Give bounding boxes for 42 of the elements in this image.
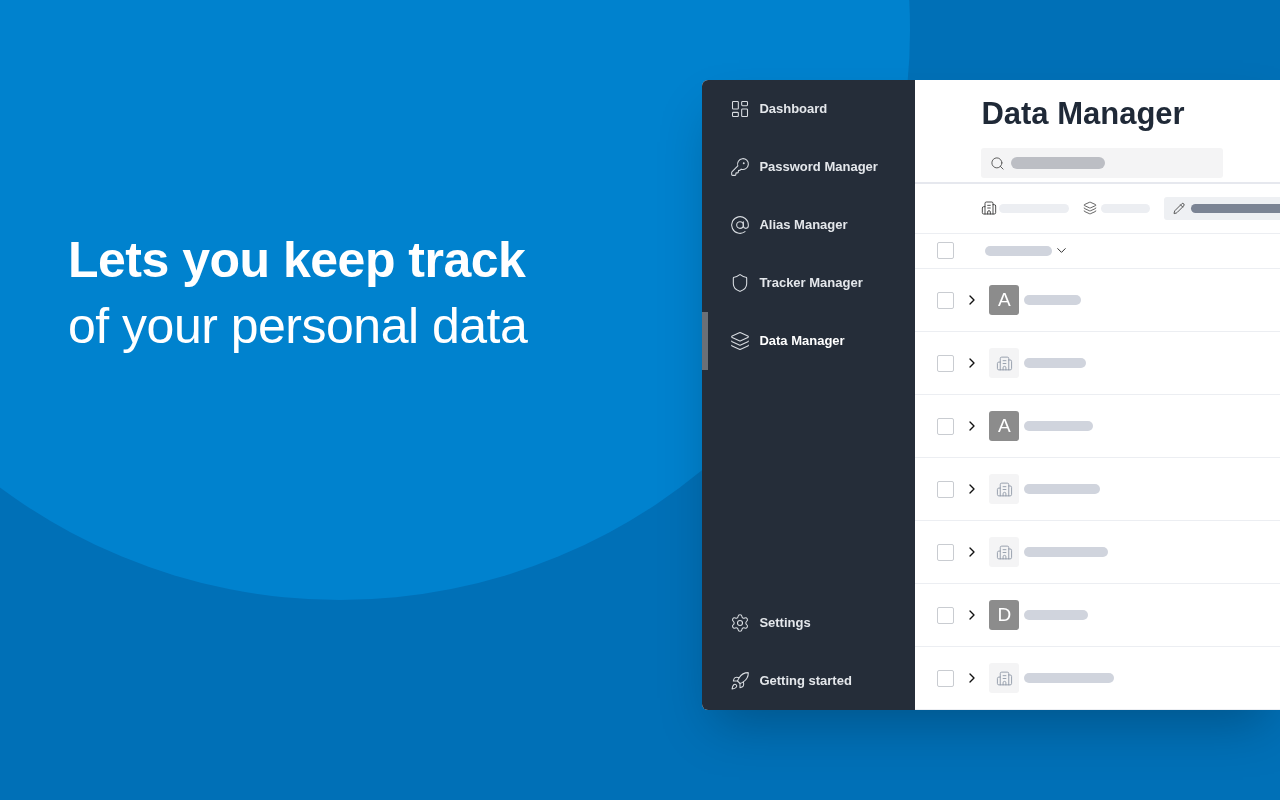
rocket-icon: [730, 671, 751, 691]
sidebar-item[interactable]: Dashboard: [730, 99, 828, 119]
skeleton-bar: [1024, 421, 1094, 431]
page-title: Data Manager: [981, 95, 1186, 133]
letter-avatar: A: [989, 411, 1020, 441]
building-avatar: [989, 663, 1020, 693]
sidebar-item[interactable]: Data Manager: [730, 331, 845, 351]
layers-icon: [730, 331, 751, 351]
search-field[interactable]: [981, 148, 1224, 178]
building-avatar: [989, 537, 1020, 567]
layers-icon: [1083, 201, 1098, 216]
building-avatar: [989, 348, 1020, 378]
headline: Lets you keep track: [68, 231, 527, 290]
skeleton-bar: [1024, 358, 1087, 368]
key-icon: [730, 157, 751, 177]
checkbox[interactable]: [937, 669, 955, 687]
search-icon: [990, 155, 1006, 171]
sidebar-item[interactable]: Getting started: [730, 671, 852, 691]
skeleton-bar: [1024, 610, 1089, 620]
checkbox[interactable]: [937, 606, 955, 624]
sidebar-item[interactable]: Password Manager: [730, 157, 878, 177]
skeleton-bar: [1024, 295, 1082, 305]
subheadline: of your personal data: [68, 297, 529, 356]
sidebar-item[interactable]: Alias Manager: [730, 215, 848, 235]
sidebar-item[interactable]: Settings: [730, 613, 811, 633]
letter-avatar: A: [989, 285, 1020, 315]
skeleton-bar: [985, 245, 1053, 256]
dashboard-icon: [730, 99, 751, 119]
pencil-icon: [1173, 201, 1186, 215]
sidebar-item[interactable]: Tracker Manager: [730, 273, 863, 293]
letter-avatar: D: [989, 600, 1020, 630]
edit-button[interactable]: [1164, 196, 1280, 220]
settings-icon: [730, 613, 751, 633]
checkbox[interactable]: [937, 354, 955, 372]
checkbox[interactable]: [937, 242, 955, 260]
checkbox[interactable]: [937, 543, 955, 561]
at-sign-icon: [730, 215, 751, 235]
checkbox[interactable]: [937, 417, 955, 435]
building-avatar: [989, 474, 1020, 504]
building-icon: [981, 200, 998, 217]
checkbox[interactable]: [937, 291, 955, 309]
checkbox[interactable]: [937, 480, 955, 498]
